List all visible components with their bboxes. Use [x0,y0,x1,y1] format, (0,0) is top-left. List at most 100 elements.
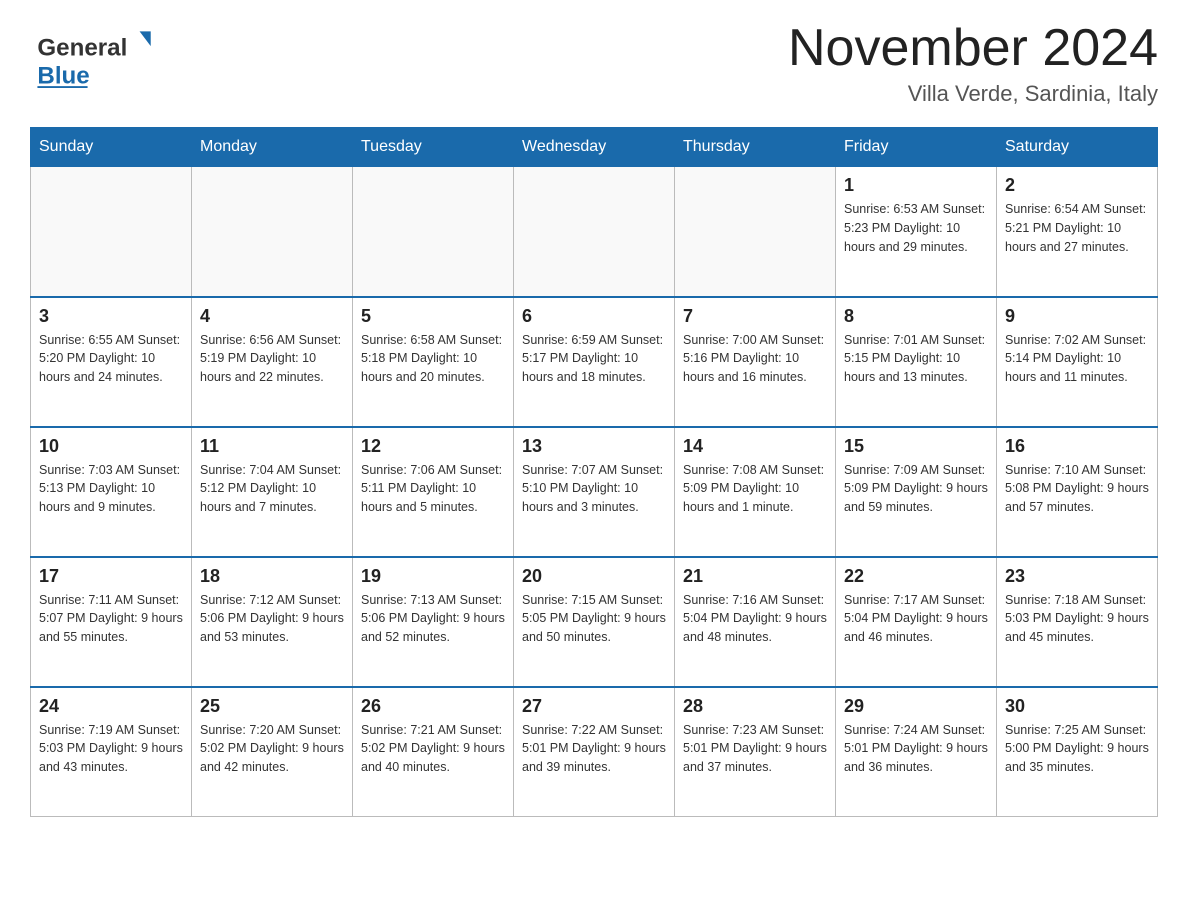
day-info: Sunrise: 7:06 AM Sunset: 5:11 PM Dayligh… [361,461,505,517]
day-info: Sunrise: 7:21 AM Sunset: 5:02 PM Dayligh… [361,721,505,777]
day-number: 13 [522,436,666,457]
day-cell: 8 Sunrise: 7:01 AM Sunset: 5:15 PM Daylig… [836,297,997,427]
day-cell: 6 Sunrise: 6:59 AM Sunset: 5:17 PM Daylig… [514,297,675,427]
day-of-week-wednesday: Wednesday [514,128,675,167]
day-of-week-tuesday: Tuesday [353,128,514,167]
day-cell: 10 Sunrise: 7:03 AM Sunset: 5:13 PM Dayli… [31,427,192,557]
day-info: Sunrise: 7:01 AM Sunset: 5:15 PM Dayligh… [844,331,988,387]
day-number: 10 [39,436,183,457]
day-number: 9 [1005,306,1149,327]
day-cell: 14 Sunrise: 7:08 AM Sunset: 5:09 PM Dayli… [675,427,836,557]
day-info: Sunrise: 6:56 AM Sunset: 5:19 PM Dayligh… [200,331,344,387]
days-header-row: SundayMondayTuesdayWednesdayThursdayFrid… [31,128,1158,167]
week-row-3: 10 Sunrise: 7:03 AM Sunset: 5:13 PM Dayli… [31,427,1158,557]
day-info: Sunrise: 7:23 AM Sunset: 5:01 PM Dayligh… [683,721,827,777]
svg-text:General: General [37,34,127,61]
week-row-2: 3Sunrise: 6:55 AM Sunset: 5:20 PM Daylig… [31,297,1158,427]
day-number: 24 [39,696,183,717]
day-cell: 28 Sunrise: 7:23 AM Sunset: 5:01 PM Dayli… [675,687,836,817]
day-number: 12 [361,436,505,457]
day-number: 25 [200,696,344,717]
day-number: 21 [683,566,827,587]
day-info: Sunrise: 7:25 AM Sunset: 5:00 PM Dayligh… [1005,721,1149,777]
day-cell: 29 Sunrise: 7:24 AM Sunset: 5:01 PM Dayli… [836,687,997,817]
day-of-week-sunday: Sunday [31,128,192,167]
day-info: Sunrise: 7:19 AM Sunset: 5:03 PM Dayligh… [39,721,183,777]
day-info: Sunrise: 6:58 AM Sunset: 5:18 PM Dayligh… [361,331,505,387]
day-info: Sunrise: 7:07 AM Sunset: 5:10 PM Dayligh… [522,461,666,517]
day-info: Sunrise: 6:53 AM Sunset: 5:23 PM Dayligh… [844,200,988,256]
day-number: 18 [200,566,344,587]
logo-svg: General Blue [30,20,160,90]
svg-text:Blue: Blue [37,62,89,89]
day-of-week-saturday: Saturday [997,128,1158,167]
week-row-4: 17 Sunrise: 7:11 AM Sunset: 5:07 PM Dayli… [31,557,1158,687]
day-of-week-thursday: Thursday [675,128,836,167]
day-info: Sunrise: 7:16 AM Sunset: 5:04 PM Dayligh… [683,591,827,647]
day-cell: 2Sunrise: 6:54 AM Sunset: 5:21 PM Daylig… [997,167,1158,297]
day-number: 11 [200,436,344,457]
day-number: 19 [361,566,505,587]
day-cell: 25 Sunrise: 7:20 AM Sunset: 5:02 PM Dayli… [192,687,353,817]
day-cell: 23Sunrise: 7:18 AM Sunset: 5:03 PM Dayli… [997,557,1158,687]
day-info: Sunrise: 7:20 AM Sunset: 5:02 PM Dayligh… [200,721,344,777]
day-cell: 11 Sunrise: 7:04 AM Sunset: 5:12 PM Dayli… [192,427,353,557]
day-number: 27 [522,696,666,717]
day-number: 4 [200,306,344,327]
day-number: 22 [844,566,988,587]
day-number: 6 [522,306,666,327]
day-info: Sunrise: 6:59 AM Sunset: 5:17 PM Dayligh… [522,331,666,387]
day-info: Sunrise: 7:08 AM Sunset: 5:09 PM Dayligh… [683,461,827,517]
day-number: 23 [1005,566,1149,587]
day-of-week-friday: Friday [836,128,997,167]
day-info: Sunrise: 7:15 AM Sunset: 5:05 PM Dayligh… [522,591,666,647]
day-number: 8 [844,306,988,327]
logo: General Blue [30,20,160,90]
day-number: 7 [683,306,827,327]
day-cell: 20 Sunrise: 7:15 AM Sunset: 5:05 PM Dayli… [514,557,675,687]
day-cell [31,167,192,297]
day-number: 20 [522,566,666,587]
day-cell [675,167,836,297]
day-info: Sunrise: 7:00 AM Sunset: 5:16 PM Dayligh… [683,331,827,387]
day-info: Sunrise: 7:24 AM Sunset: 5:01 PM Dayligh… [844,721,988,777]
day-info: Sunrise: 7:22 AM Sunset: 5:01 PM Dayligh… [522,721,666,777]
day-number: 15 [844,436,988,457]
day-number: 28 [683,696,827,717]
day-info: Sunrise: 7:03 AM Sunset: 5:13 PM Dayligh… [39,461,183,517]
page-header: General Blue November 2024 Villa Verde, … [30,20,1158,107]
day-info: Sunrise: 6:54 AM Sunset: 5:21 PM Dayligh… [1005,200,1149,256]
month-title: November 2024 [788,20,1158,77]
day-info: Sunrise: 7:04 AM Sunset: 5:12 PM Dayligh… [200,461,344,517]
day-info: Sunrise: 7:17 AM Sunset: 5:04 PM Dayligh… [844,591,988,647]
day-number: 17 [39,566,183,587]
day-cell: 9Sunrise: 7:02 AM Sunset: 5:14 PM Daylig… [997,297,1158,427]
day-number: 5 [361,306,505,327]
day-number: 29 [844,696,988,717]
day-cell: 18 Sunrise: 7:12 AM Sunset: 5:06 PM Dayli… [192,557,353,687]
day-of-week-monday: Monday [192,128,353,167]
day-cell [353,167,514,297]
day-cell: 5 Sunrise: 6:58 AM Sunset: 5:18 PM Daylig… [353,297,514,427]
calendar: SundayMondayTuesdayWednesdayThursdayFrid… [30,127,1158,817]
day-cell: 7 Sunrise: 7:00 AM Sunset: 5:16 PM Daylig… [675,297,836,427]
day-number: 14 [683,436,827,457]
day-cell: 30Sunrise: 7:25 AM Sunset: 5:00 PM Dayli… [997,687,1158,817]
day-number: 3 [39,306,183,327]
day-cell [514,167,675,297]
day-cell: 27 Sunrise: 7:22 AM Sunset: 5:01 PM Dayli… [514,687,675,817]
day-info: Sunrise: 7:10 AM Sunset: 5:08 PM Dayligh… [1005,461,1149,517]
day-cell: 17 Sunrise: 7:11 AM Sunset: 5:07 PM Dayli… [31,557,192,687]
day-cell: 1 Sunrise: 6:53 AM Sunset: 5:23 PM Daylig… [836,167,997,297]
day-number: 26 [361,696,505,717]
day-info: Sunrise: 7:11 AM Sunset: 5:07 PM Dayligh… [39,591,183,647]
week-row-5: 24 Sunrise: 7:19 AM Sunset: 5:03 PM Dayli… [31,687,1158,817]
week-row-1: 1 Sunrise: 6:53 AM Sunset: 5:23 PM Daylig… [31,167,1158,297]
day-number: 1 [844,175,988,196]
day-info: Sunrise: 7:12 AM Sunset: 5:06 PM Dayligh… [200,591,344,647]
day-cell: 16 Sunrise: 7:10 AM Sunset: 5:08 PM Dayli… [997,427,1158,557]
day-cell: 12 Sunrise: 7:06 AM Sunset: 5:11 PM Dayli… [353,427,514,557]
day-number: 16 [1005,436,1149,457]
title-block: November 2024 Villa Verde, Sardinia, Ita… [788,20,1158,107]
day-cell: 24 Sunrise: 7:19 AM Sunset: 5:03 PM Dayli… [31,687,192,817]
